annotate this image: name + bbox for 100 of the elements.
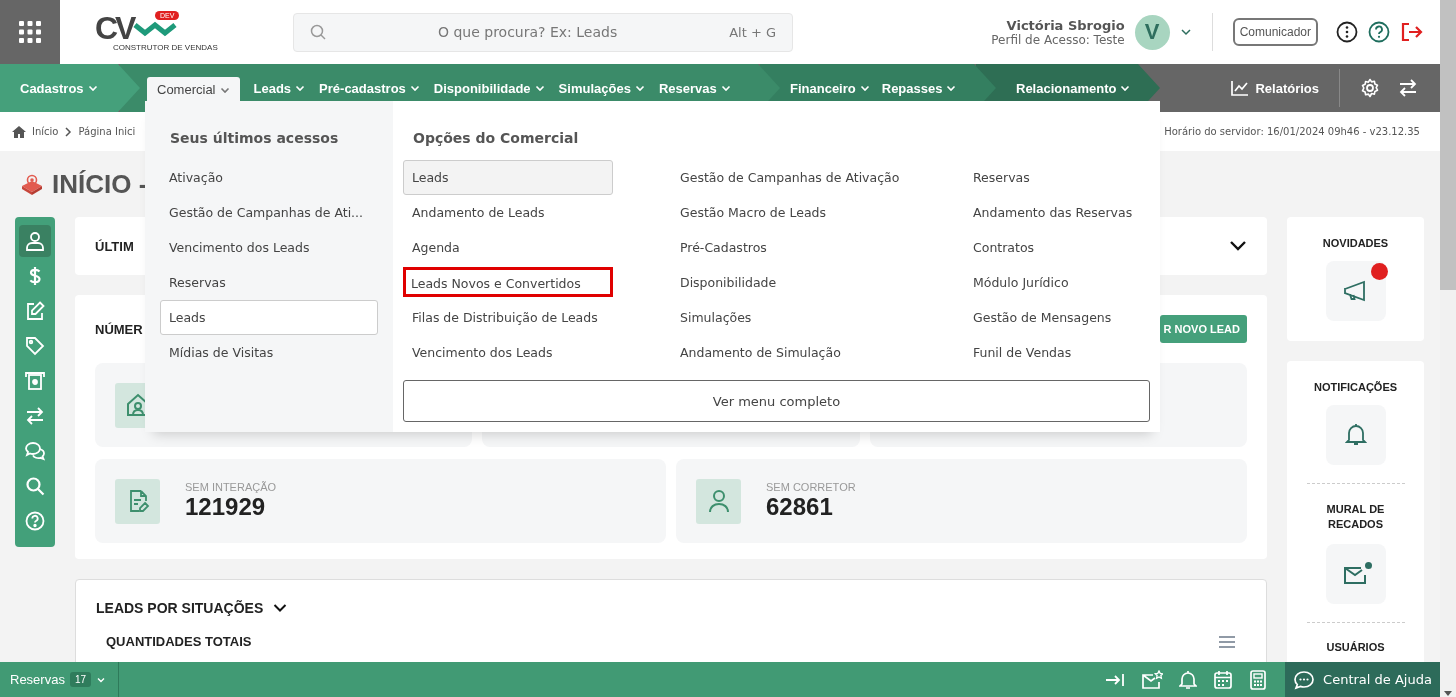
- menu-item[interactable]: Pré-Cadastros: [671, 230, 776, 265]
- chevron-down-icon: [634, 83, 645, 93]
- menu-item[interactable]: Vencimento dos Leads: [403, 335, 613, 370]
- panel-title: NOVIDADES: [1322, 237, 1389, 249]
- menu-item[interactable]: Andamento das Reservas: [964, 195, 1142, 230]
- message-board-button[interactable]: [1325, 544, 1386, 604]
- more-options-icon[interactable]: [1336, 21, 1358, 43]
- breadcrumb-link[interactable]: Início: [32, 126, 59, 137]
- logo-letters: CV: [95, 12, 134, 43]
- card-title: NÚMER: [95, 321, 143, 337]
- menu-item[interactable]: Módulo Jurídico: [964, 265, 1078, 300]
- scrollbar[interactable]: [1440, 0, 1456, 697]
- bell-icon[interactable]: [1179, 669, 1197, 690]
- bell-icon: [1344, 423, 1367, 447]
- menu-item[interactable]: Leads: [160, 300, 378, 335]
- menu-item[interactable]: Vencimento dos Leads: [160, 230, 378, 265]
- stat-value: 62861: [766, 493, 834, 521]
- line-chart-icon: [1231, 80, 1250, 96]
- reservas-tab[interactable]: Reservas 17: [0, 662, 120, 697]
- home-icon: [12, 125, 26, 138]
- nav-menu-item[interactable]: Financeiro: [790, 75, 870, 101]
- menu-item[interactable]: Reservas: [160, 265, 378, 300]
- settings-icon[interactable]: [1360, 78, 1380, 98]
- scroll-down-icon[interactable]: [1443, 691, 1453, 697]
- chevron-down-icon: [720, 83, 731, 93]
- panel-title: MURAL DE RECADOS: [1325, 502, 1386, 532]
- menu-item[interactable]: Filas de Distribuição de Leads: [403, 300, 613, 335]
- chevron-down-icon: [946, 83, 957, 93]
- menu-item[interactable]: Gestão de Mensagens: [964, 300, 1121, 335]
- stamp-icon: [20, 173, 44, 195]
- user-profile: Perfil de Acesso: Teste: [991, 32, 1125, 47]
- envelope-star-icon[interactable]: [1141, 669, 1163, 690]
- menu-heading: Seus últimos acessos: [169, 130, 340, 148]
- menu-item[interactable]: Gestão Macro de Leads: [671, 195, 835, 230]
- nav-menu-item[interactable]: Leads: [253, 75, 306, 101]
- menu-item[interactable]: Ativação: [160, 160, 378, 195]
- user-icon[interactable]: [19, 225, 51, 257]
- menu-item[interactable]: Reservas: [964, 160, 1039, 195]
- chevron-down-icon: [1120, 83, 1131, 93]
- news-button[interactable]: [1325, 261, 1386, 321]
- chevron-down-icon: [295, 83, 306, 93]
- menu-item[interactable]: Funil de Vendas: [964, 335, 1081, 370]
- grid-icon: [18, 20, 42, 44]
- calendar-icon[interactable]: [1213, 669, 1233, 690]
- user-avatar[interactable]: V: [1134, 14, 1170, 50]
- logo-tagline: CONSTRUTOR DE VENDAS: [113, 42, 218, 52]
- chevron-down-icon: [859, 83, 870, 93]
- stat-value: 121929: [185, 493, 267, 521]
- menu-icon[interactable]: [1218, 634, 1236, 649]
- stat-label: SEM CORRETOR: [766, 481, 856, 493]
- chevron-right-icon: [64, 126, 73, 137]
- reports-link[interactable]: Relatórios: [1231, 80, 1319, 96]
- chevron-down-icon[interactable]: [1229, 240, 1247, 252]
- card-title: ÚLTIM: [95, 238, 134, 254]
- notifications-button[interactable]: [1325, 405, 1386, 465]
- nav-menu-item[interactable]: Disponibilidade: [433, 75, 545, 101]
- user-name: Victória Sbrogio: [1006, 17, 1125, 33]
- menu-item[interactable]: Andamento de Leads: [403, 195, 613, 230]
- nav-menu-item[interactable]: Simulações: [558, 75, 645, 101]
- panel-title: NOTIFICAÇÕES: [1313, 381, 1398, 393]
- chevron-down-icon: [409, 83, 420, 93]
- menu-item[interactable]: Mídias de Visitas: [160, 335, 378, 370]
- menu-item[interactable]: Gestão de Campanhas de Ati...: [160, 195, 378, 230]
- server-time: Horário do servidor: 16/01/2024 09h46 - v23.12.35: [1164, 126, 1420, 137]
- full-menu-button[interactable]: Ver menu completo: [403, 380, 1150, 422]
- help-icon[interactable]: [1368, 21, 1390, 43]
- search-field[interactable]: O que procura? Ex: Leads Alt + G: [293, 12, 793, 52]
- count-badge: 17: [69, 672, 92, 687]
- section-title: LEADS POR SITUAÇÕES: [96, 600, 264, 616]
- search-input[interactable]: O que procura? Ex: Leads: [336, 23, 720, 41]
- menu-heading: Opções do Comercial: [412, 130, 580, 148]
- menu-item[interactable]: Simulações: [671, 300, 761, 335]
- logout-icon[interactable]: [1400, 21, 1424, 43]
- chat-bubble-icon: [1293, 669, 1316, 690]
- shortcut-hint: Alt + G: [729, 24, 776, 40]
- menu-item[interactable]: Leads: [403, 160, 613, 195]
- chart-subtitle: QUANTIDADES TOTAIS: [106, 634, 252, 649]
- chevron-down-icon[interactable]: [273, 603, 288, 613]
- apps-menu-button[interactable]: [0, 0, 60, 64]
- menu-item[interactable]: Disponibilidade: [671, 265, 786, 300]
- nav-menu-item[interactable]: Comercial: [147, 77, 240, 102]
- communicator-button[interactable]: Comunicador: [1232, 18, 1318, 46]
- menu-item[interactable]: Gestão de Campanhas de Ativação: [671, 160, 909, 195]
- menu-item[interactable]: Leads Novos e Convertidos: [403, 267, 613, 297]
- calculator-icon[interactable]: [1249, 669, 1267, 690]
- breadcrumb-current: Página Inici: [78, 126, 136, 137]
- menu-item[interactable]: Andamento de Simulação: [671, 335, 850, 370]
- help-center-button[interactable]: Central de Ajuda: [1285, 662, 1440, 697]
- search-icon: [310, 24, 326, 40]
- chevron-down-icon: [87, 83, 98, 93]
- nav-menu-item[interactable]: Pré-cadastros: [319, 75, 420, 101]
- stat-label: SEM INTERAÇÃO: [185, 481, 277, 493]
- swap-arrows-icon[interactable]: [1398, 79, 1418, 97]
- chevron-down-icon: [534, 83, 545, 93]
- menu-item[interactable]: Agenda: [403, 230, 613, 265]
- menu-item[interactable]: Contratos: [964, 230, 1044, 265]
- nav-menu-item[interactable]: Repasses: [881, 75, 957, 101]
- footer-label: Reservas: [10, 672, 65, 687]
- nav-menu-item[interactable]: Reservas: [658, 75, 731, 101]
- panel-title: USUÁRIOS: [1326, 641, 1385, 653]
